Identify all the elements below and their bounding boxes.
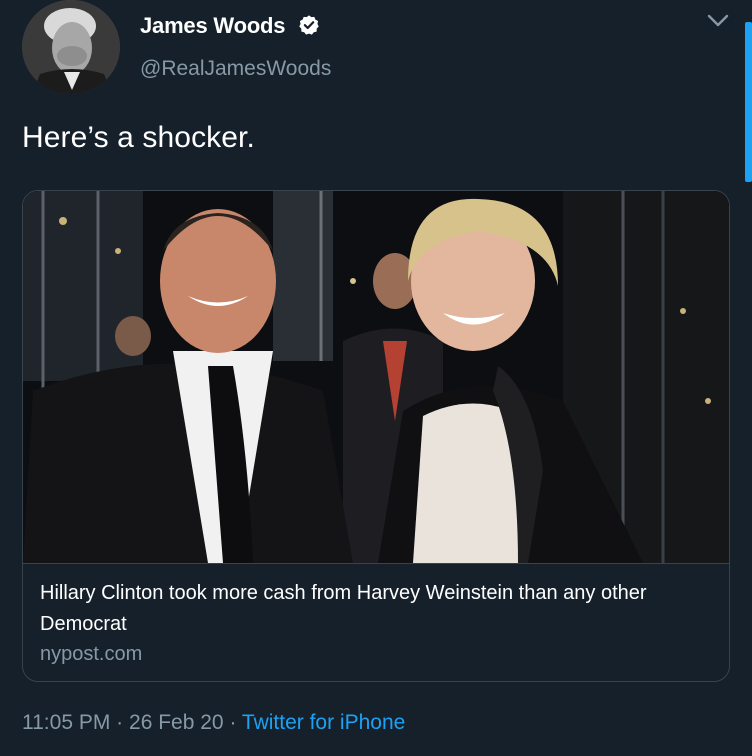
tweet: James Woods @RealJamesWoods Here’s a sho… xyxy=(0,0,752,756)
avatar[interactable] xyxy=(22,0,120,94)
scrollbar[interactable] xyxy=(745,22,752,182)
verified-badge-icon xyxy=(299,15,319,35)
card-divider xyxy=(23,563,729,564)
tweet-meta: 11:05 PM · 26 Feb 20 · Twitter for iPhon… xyxy=(22,711,405,735)
card-image[interactable] xyxy=(23,191,729,563)
chevron-down-icon[interactable] xyxy=(706,12,730,30)
card-title[interactable]: Hillary Clinton took more cash from Harv… xyxy=(40,578,690,640)
handle[interactable]: @RealJamesWoods xyxy=(140,57,331,81)
card-domain: nypost.com xyxy=(40,643,143,665)
avatar-photo xyxy=(22,0,120,94)
card-photo xyxy=(23,191,729,563)
meta-separator: · xyxy=(116,711,124,734)
tweet-time[interactable]: 11:05 PM xyxy=(22,711,110,734)
tweet-date[interactable]: 26 Feb 20 xyxy=(129,711,224,734)
link-card[interactable]: Hillary Clinton took more cash from Harv… xyxy=(22,190,730,682)
tweet-text: Here’s a shocker. xyxy=(22,121,255,154)
display-name[interactable]: James Woods xyxy=(140,13,286,39)
tweet-source-link[interactable]: Twitter for iPhone xyxy=(242,711,405,734)
meta-separator: · xyxy=(229,711,237,734)
